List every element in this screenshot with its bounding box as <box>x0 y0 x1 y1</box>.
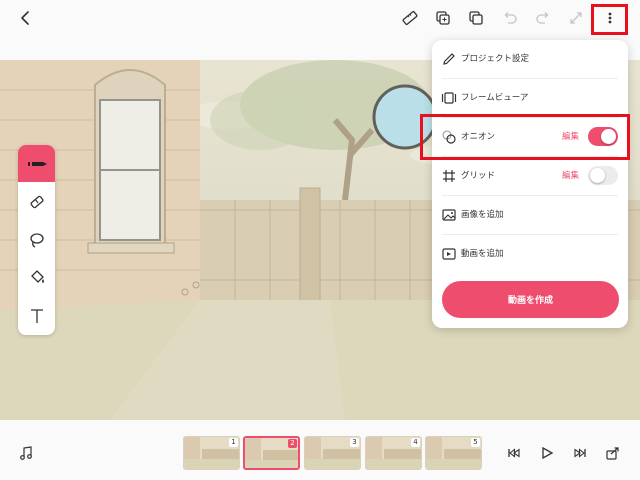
layers-button[interactable] <box>462 4 490 32</box>
add-video-icon <box>442 248 456 260</box>
ruler-button[interactable] <box>396 4 424 32</box>
pencil-icon <box>443 53 455 65</box>
options-menu: プロジェクト設定 フレームビューア オニオン 編集 グリッド 編集 画像を追加 … <box>432 40 628 328</box>
text-tool[interactable] <box>18 297 55 334</box>
pen-tool[interactable] <box>18 145 55 182</box>
lasso-icon <box>29 232 44 248</box>
export-icon <box>606 447 619 460</box>
copy-frame-icon <box>436 11 450 25</box>
pen-icon <box>27 161 47 166</box>
add-image-icon <box>442 209 456 221</box>
frame-number: 3 <box>350 438 359 447</box>
highlight-box-more <box>591 4 628 35</box>
frame-thumbnail-selected[interactable]: 2 <box>243 436 300 470</box>
undo-icon <box>504 12 517 24</box>
expand-icon <box>570 12 582 24</box>
frame-number: 4 <box>411 438 420 447</box>
play-button[interactable] <box>538 444 556 462</box>
highlight-box-onion <box>420 114 630 160</box>
skip-to-start-button[interactable] <box>505 444 523 462</box>
frame-thumbnail[interactable]: 1 <box>183 436 240 470</box>
menu-item-project-settings[interactable]: プロジェクト設定 <box>432 40 628 78</box>
menu-label: プロジェクト設定 <box>461 54 530 64</box>
skip-to-start-icon <box>508 448 520 458</box>
frame-number: 5 <box>471 438 480 447</box>
menu-label: グリッド <box>461 171 496 181</box>
music-button[interactable] <box>17 444 35 462</box>
eraser-tool[interactable] <box>18 183 55 220</box>
frame-number: 2 <box>288 439 297 448</box>
undo-button[interactable] <box>496 4 524 32</box>
timeline-fade <box>484 436 494 470</box>
redo-button[interactable] <box>529 4 557 32</box>
menu-label: フレームビューア <box>461 93 529 103</box>
menu-label: 動画を追加 <box>461 249 504 259</box>
layers-icon <box>469 11 483 25</box>
fill-bucket-icon <box>30 269 44 283</box>
eraser-icon <box>29 195 44 208</box>
grid-toggle[interactable] <box>588 166 618 185</box>
back-button[interactable] <box>12 4 40 32</box>
top-toolbar <box>0 0 640 36</box>
back-icon <box>21 11 29 25</box>
text-icon <box>30 308 43 323</box>
menu-item-grid[interactable]: グリッド 編集 <box>432 157 628 195</box>
skip-to-end-button[interactable] <box>571 444 589 462</box>
ruler-icon <box>402 10 418 26</box>
menu-label: 画像を追加 <box>461 210 504 220</box>
frame-thumbnail[interactable]: 4 <box>365 436 422 470</box>
tool-palette <box>18 145 55 335</box>
create-video-button[interactable]: 動画を作成 <box>442 281 619 318</box>
music-icon <box>20 446 32 460</box>
expand-button[interactable] <box>562 4 590 32</box>
copy-frame-button[interactable] <box>429 4 457 32</box>
menu-item-frame-viewer[interactable]: フレームビューア <box>432 79 628 117</box>
skip-to-end-icon <box>574 448 586 458</box>
frame-viewer-icon <box>441 92 457 104</box>
menu-item-add-image[interactable]: 画像を追加 <box>432 196 628 234</box>
toggle-knob <box>590 168 605 183</box>
frame-number: 1 <box>229 438 238 447</box>
fill-tool[interactable] <box>18 259 55 296</box>
menu-item-add-video[interactable]: 動画を追加 <box>432 235 628 273</box>
export-button[interactable] <box>604 444 622 462</box>
grid-edit-link[interactable]: 編集 <box>562 169 579 181</box>
frame-thumbnail[interactable]: 5 <box>425 436 482 470</box>
play-icon <box>542 446 554 460</box>
frame-thumbnail[interactable]: 3 <box>304 436 361 470</box>
grid-icon <box>443 170 455 182</box>
lasso-tool[interactable] <box>18 221 55 258</box>
redo-icon <box>536 12 549 24</box>
